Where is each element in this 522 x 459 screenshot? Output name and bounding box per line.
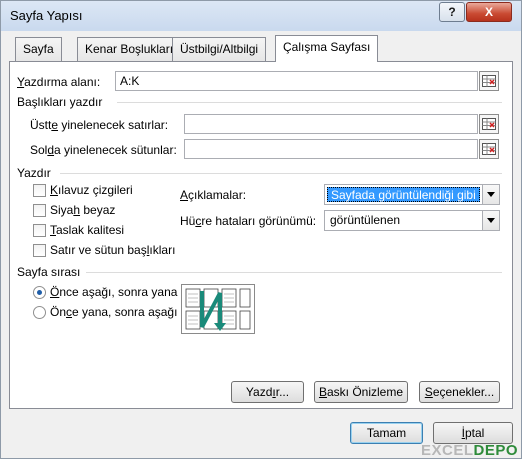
rows-collapse-button[interactable] xyxy=(479,114,499,134)
page-order-icon xyxy=(185,288,251,331)
comments-dropdown[interactable]: Sayfada görüntülendiği gibi xyxy=(324,184,500,205)
options-button[interactable]: Seçenekler... xyxy=(419,381,500,403)
print-titles-heading: Başlıkları yazdır xyxy=(17,95,103,109)
black-white-label[interactable]: Siyah beyaz xyxy=(50,203,115,217)
comments-label: Açıklamalar: xyxy=(180,188,247,202)
cancel-button[interactable]: İptal xyxy=(433,422,513,444)
page-order-heading: Sayfa sırası xyxy=(17,265,81,279)
page-setup-dialog: Sayfa Yapısı ? X Sayfa Kenar Boşlukları … xyxy=(0,0,522,459)
cell-errors-label: Hücre hataları görünümü: xyxy=(180,214,317,228)
watermark-logo: EXCELDEPO xyxy=(421,442,519,459)
range-picker-icon xyxy=(482,75,496,87)
title-bar[interactable]: Sayfa Yapısı ? X xyxy=(1,1,521,31)
down-then-over-radio[interactable] xyxy=(33,286,46,299)
print-heading: Yazdır xyxy=(17,166,51,180)
ok-button[interactable]: Tamam xyxy=(350,422,423,444)
help-button[interactable]: ? xyxy=(439,2,465,22)
columns-collapse-button[interactable] xyxy=(479,139,499,159)
row-col-headings-label[interactable]: Satır ve sütun başlıkları xyxy=(50,243,175,257)
rows-to-repeat-input[interactable] xyxy=(184,114,478,134)
down-then-over-label[interactable]: Önce aşağı, sonra yana xyxy=(50,285,177,299)
tab-page[interactable]: Sayfa xyxy=(15,37,62,61)
dialog-content: Sayfa Kenar Boşlukları Üstbilgi/Altbilgi… xyxy=(9,35,513,409)
print-titles-divider xyxy=(117,102,502,103)
over-then-down-label[interactable]: Önce yana, sonra aşağı xyxy=(50,305,177,319)
print-preview-button[interactable]: Baskı Önizleme xyxy=(314,381,408,403)
tab-sheet[interactable]: Çalışma Sayfası xyxy=(275,35,379,62)
print-button[interactable]: Yazdır... xyxy=(231,381,304,403)
print-area-label: Yazdırma alanı: xyxy=(17,75,101,89)
black-white-checkbox[interactable] xyxy=(33,204,46,217)
window-title: Sayfa Yapısı xyxy=(10,8,83,23)
print-area-collapse-button[interactable] xyxy=(479,71,499,91)
sheet-panel: Yazdırma alanı: A:K Başlıkları yazdır Üs… xyxy=(9,61,513,409)
columns-to-repeat-label: Solda yinelenecek sütunlar: xyxy=(30,143,177,157)
chevron-down-icon[interactable] xyxy=(482,211,499,230)
range-picker-icon xyxy=(482,143,496,155)
comments-selected-value: Sayfada görüntülendiği gibi xyxy=(327,187,480,202)
close-button[interactable]: X xyxy=(466,2,512,22)
over-then-down-radio[interactable] xyxy=(33,306,46,319)
range-picker-icon xyxy=(482,118,496,130)
row-col-headings-checkbox[interactable] xyxy=(33,244,46,257)
print-divider xyxy=(60,173,502,174)
chevron-down-icon[interactable] xyxy=(482,185,499,204)
cell-errors-dropdown[interactable]: görüntülenen xyxy=(324,210,500,231)
page-order-divider xyxy=(86,272,502,273)
gridlines-checkbox[interactable] xyxy=(33,184,46,197)
page-order-preview xyxy=(181,284,255,334)
draft-quality-checkbox[interactable] xyxy=(33,224,46,237)
tab-header-footer[interactable]: Üstbilgi/Altbilgi xyxy=(172,37,267,61)
draft-quality-label[interactable]: Taslak kalitesi xyxy=(50,223,124,237)
print-area-input[interactable]: A:K xyxy=(115,71,478,91)
tab-margins[interactable]: Kenar Boşlukları xyxy=(77,37,182,61)
rows-to-repeat-label: Üstte yinelenecek satırlar: xyxy=(30,118,169,132)
gridlines-label[interactable]: Kılavuz çizgileri xyxy=(50,183,133,197)
columns-to-repeat-input[interactable] xyxy=(184,139,478,159)
cell-errors-selected-value: görüntülenen xyxy=(330,213,401,227)
